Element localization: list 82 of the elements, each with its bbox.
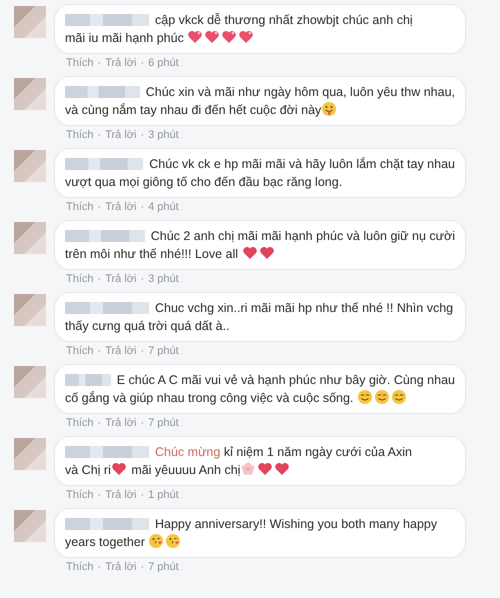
comment-text: Chúc mừng kỉ niệm 1 năm ngày cưới của Axin bbox=[155, 444, 412, 461]
like-link[interactable]: Thích bbox=[66, 417, 94, 430]
sparkling-heart-icon bbox=[187, 29, 204, 45]
separator-dot: · bbox=[98, 273, 102, 286]
flower-icon bbox=[240, 461, 256, 477]
separator-dot: · bbox=[98, 417, 102, 430]
comment-text: Chuc vchg xin..ri mãi mãi hp như thế nhé !! Nhìn vchg bbox=[155, 300, 454, 317]
comment-time: 3 phút bbox=[148, 273, 179, 286]
avatar-placeholder bbox=[14, 78, 46, 110]
comment-text: trên môi như thế nhé!!! Love all bbox=[65, 245, 455, 263]
comment-time: 6 phút bbox=[148, 57, 179, 70]
avatar-placeholder bbox=[14, 438, 46, 470]
like-link[interactable]: Thích bbox=[66, 57, 94, 70]
separator-dot: · bbox=[98, 57, 102, 70]
separator-dot: · bbox=[140, 417, 144, 430]
tongue-face-icon bbox=[321, 101, 338, 117]
like-link[interactable]: Thích bbox=[66, 201, 94, 214]
comment-text: Chúc 2 anh chị mãi mãi hạnh phúc và luôn giữ nụ cười bbox=[150, 228, 455, 245]
comment-time: 7 phút bbox=[148, 345, 179, 358]
smiling-face-icon bbox=[390, 389, 407, 405]
reply-link[interactable]: Trả lời bbox=[105, 489, 136, 502]
separator-dot: · bbox=[98, 129, 102, 142]
comment-text: Chúc vk ck e hp mãi mãi và hãy luôn lắm chặt tay nhau bbox=[149, 156, 455, 173]
comment-text: cập vkck dễ thương nhất zhowbjt chúc anh chị bbox=[155, 12, 413, 29]
comment-text: years together bbox=[65, 533, 455, 551]
separator-dot: · bbox=[98, 201, 102, 214]
comment-time: 4 phút bbox=[148, 201, 179, 214]
reply-link[interactable]: Trả lời bbox=[105, 201, 136, 214]
reply-link[interactable]: Trả lời bbox=[105, 129, 136, 142]
smiling-face-icon bbox=[356, 389, 373, 405]
comment-text: và Chị ri mãi yêuuuu Anh chị bbox=[65, 461, 455, 479]
reply-link[interactable]: Trả lời bbox=[105, 417, 136, 430]
heart-icon bbox=[110, 461, 127, 477]
heart-icon bbox=[274, 461, 290, 477]
kissing-face-icon bbox=[165, 533, 182, 549]
comment-time: 7 phút bbox=[148, 417, 179, 430]
like-link[interactable]: Thích bbox=[66, 561, 94, 574]
separator-dot: · bbox=[140, 57, 144, 70]
reply-link[interactable]: Trả lời bbox=[105, 57, 136, 70]
like-link[interactable]: Thích bbox=[66, 345, 94, 358]
avatar-placeholder bbox=[14, 510, 46, 542]
blurred-name bbox=[65, 374, 111, 386]
separator-dot: · bbox=[140, 273, 144, 286]
sparkling-heart-icon bbox=[221, 29, 238, 45]
separator-dot: · bbox=[98, 561, 102, 574]
separator-dot: · bbox=[98, 489, 102, 502]
separator-dot: · bbox=[140, 489, 144, 502]
comment-time: 7 phút bbox=[148, 561, 179, 574]
heart-icon bbox=[242, 245, 258, 261]
like-link[interactable]: Thích bbox=[66, 129, 94, 142]
separator-dot: · bbox=[140, 129, 144, 142]
comment-text: cố gắng và giúp nhau trong công việc và cuộc sống. bbox=[65, 389, 455, 407]
sparkling-heart-icon bbox=[204, 29, 220, 45]
comment-text: và cùng nắm tay nhau đi đến hết cuộc đời này bbox=[65, 101, 455, 119]
comment-time: 1 phút bbox=[148, 489, 179, 502]
avatar-placeholder bbox=[14, 366, 46, 398]
kissing-face-icon bbox=[148, 533, 164, 549]
like-link[interactable]: Thích bbox=[66, 273, 94, 286]
comment-text: thấy cưng quá trời quá dất à.. bbox=[65, 318, 231, 335]
reply-link[interactable]: Trả lời bbox=[105, 345, 136, 358]
avatar-placeholder bbox=[14, 6, 46, 38]
separator-dot: · bbox=[98, 345, 102, 358]
heart-icon bbox=[258, 245, 275, 261]
avatar-placeholder bbox=[14, 294, 46, 326]
comment-text: Chúc xin và mãi như ngày hôm qua, luôn yêu thw nhau, bbox=[146, 84, 455, 101]
reply-link[interactable]: Trả lời bbox=[105, 273, 136, 286]
separator-dot: · bbox=[140, 561, 144, 574]
reply-link[interactable]: Trả lời bbox=[105, 561, 136, 574]
heart-icon bbox=[257, 461, 274, 477]
separator-dot: · bbox=[140, 201, 144, 214]
comment-text: Happy anniversary!! Wishing you both many happy bbox=[155, 516, 438, 533]
smiling-face-icon bbox=[374, 389, 390, 405]
avatar-placeholder bbox=[14, 150, 46, 182]
mention-link[interactable]: Chúc mừng bbox=[155, 445, 220, 459]
comment-text: E chúc A C mãi vui vẻ và hạnh phúc như bây giờ. Cùng nhau bbox=[116, 372, 455, 389]
sparkling-heart-icon bbox=[238, 29, 254, 45]
like-link[interactable]: Thích bbox=[66, 489, 94, 502]
separator-dot: · bbox=[140, 345, 144, 358]
comment-text: mãi iu mãi hạnh phúc bbox=[65, 29, 455, 47]
avatar-placeholder bbox=[14, 222, 46, 254]
comment-text: vượt qua mọi giông tố cho đến đầu bạc răng long. bbox=[65, 174, 344, 191]
comment-time: 3 phút bbox=[148, 129, 179, 142]
